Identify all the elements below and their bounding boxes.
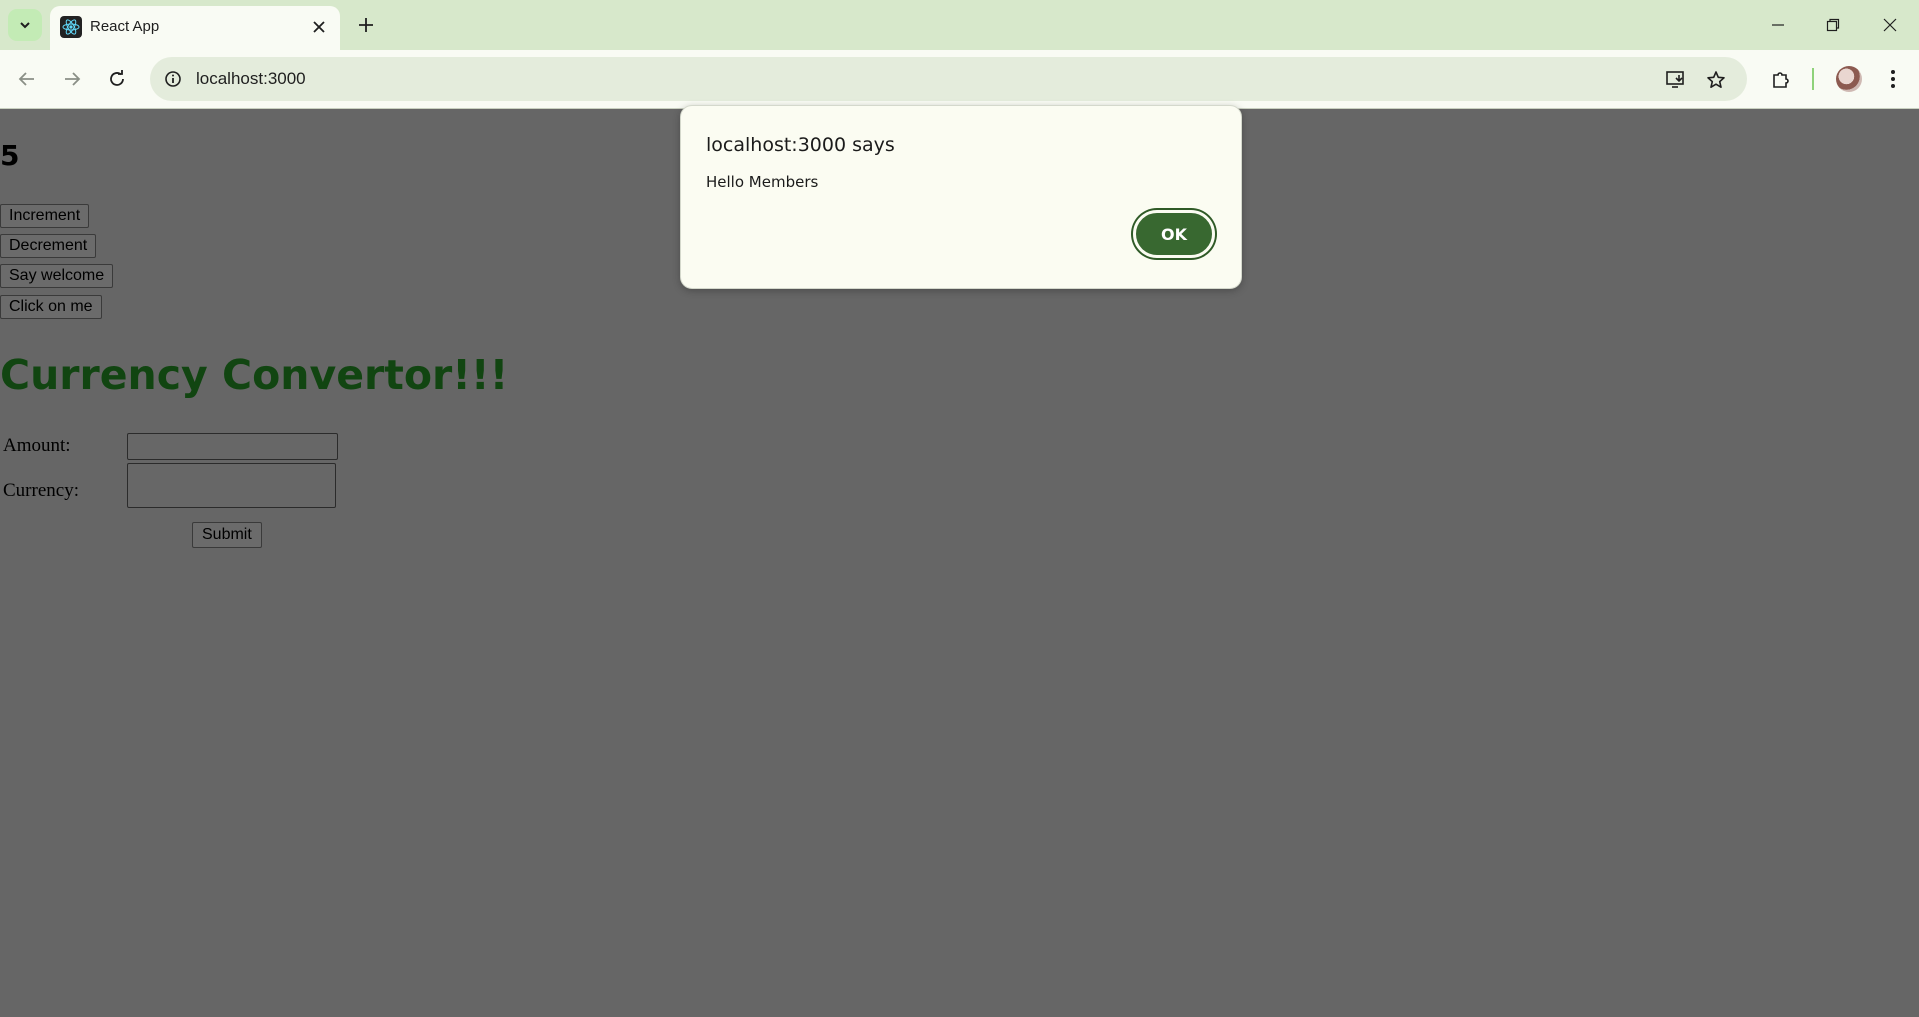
minimize-button[interactable] [1758,10,1798,40]
tab-strip: React App [0,0,1919,50]
forward-button[interactable] [56,63,88,95]
plus-icon [359,18,373,32]
say-welcome-button[interactable]: Say welcome [0,264,114,288]
dialog-title: localhost:3000 says [706,134,895,156]
submit-button[interactable]: Submit [192,522,262,548]
extensions-icon [1773,72,1789,88]
chevron-down-icon [20,22,30,29]
menu-button[interactable] [1878,64,1908,94]
alert-dialog: localhost:3000 says Hello Members OK [680,105,1242,289]
install-app-button[interactable] [1664,68,1688,92]
extensions-button[interactable] [1766,64,1796,94]
back-icon [18,72,34,86]
reload-button[interactable] [101,63,133,95]
tab-search-button[interactable] [8,9,42,41]
tab-react-app[interactable]: React App [50,6,340,50]
counter-value: 5 [0,139,20,172]
bookmark-button[interactable] [1704,68,1728,92]
forward-icon [65,72,81,86]
tab-title: React App [90,18,160,35]
page-title: Currency Convertor!!! [0,351,509,399]
restore-icon [1826,18,1840,32]
new-tab-button[interactable] [353,12,379,38]
amount-input[interactable] [127,433,338,460]
url-text: localhost:3000 [196,69,306,88]
close-icon [313,21,325,33]
restore-button[interactable] [1813,10,1853,40]
toolbar-separator [1812,68,1814,90]
increment-button[interactable]: Increment [0,204,90,228]
back-button[interactable] [11,63,43,95]
avatar[interactable] [1836,66,1862,92]
reload-icon [110,70,124,86]
currency-textarea[interactable] [127,463,336,508]
click-on-me-button[interactable]: Click on me [0,295,102,319]
address-bar[interactable]: localhost:3000 [150,57,1747,101]
currency-label: Currency: [3,480,79,501]
star-icon [1707,71,1725,88]
install-icon [1666,71,1684,88]
minimize-icon [1772,24,1784,26]
browser-toolbar: localhost:3000 [0,50,1919,109]
decrement-button[interactable]: Decrement [0,234,97,258]
dialog-message: Hello Members [706,173,819,191]
menu-icon [1891,70,1895,88]
react-icon [60,16,82,38]
amount-label: Amount: [3,435,71,456]
close-icon [1883,18,1897,32]
close-tab-button[interactable] [308,16,330,38]
ok-button[interactable]: OK [1133,210,1215,258]
close-window-button[interactable] [1870,10,1910,40]
info-icon[interactable] [162,68,184,90]
